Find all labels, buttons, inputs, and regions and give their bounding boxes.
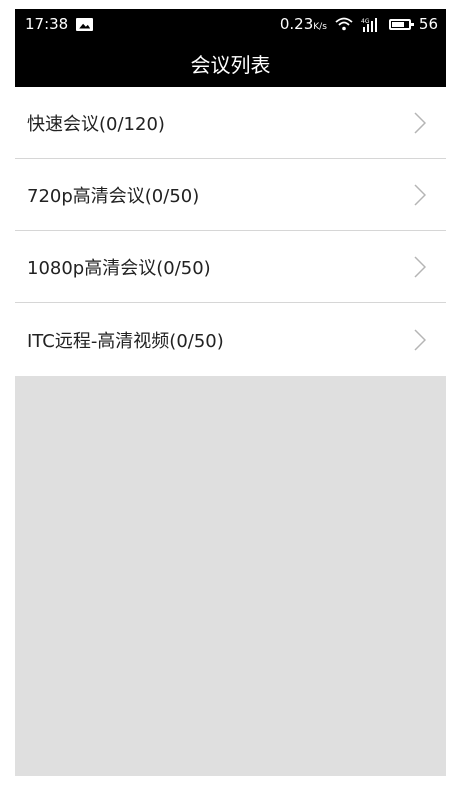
network-speed: 0.23K/s [280,15,327,33]
meeting-item-label: ITC远程-高清视频(0/50) [27,330,224,352]
battery-level: 56 [418,15,438,33]
network-speed-value: 0.23 [279,15,314,33]
meeting-item-quick[interactable]: 快速会议(0/120) [15,87,446,159]
battery-icon [388,18,414,30]
image-notification-icon [76,17,94,31]
network-type-label: 4G [361,18,370,25]
page-title: 会议列表 [190,52,271,77]
status-right: 0.23K/s 4G 56 [280,15,438,33]
chevron-right-icon [414,111,426,134]
status-time: 17:38 [25,15,69,33]
wifi-icon [335,17,353,31]
meeting-item-itc-remote[interactable]: ITC远程-高清视频(0/50) [15,303,446,376]
chevron-right-icon [414,328,426,351]
status-left: 17:38 [25,15,94,33]
network-speed-unit: K/s [313,22,327,32]
chevron-right-icon [414,255,426,278]
title-bar: 会议列表 [15,39,446,87]
meeting-item-1080p[interactable]: 1080p高清会议(0/50) [15,231,446,303]
meeting-item-label: 720p高清会议(0/50) [27,185,200,207]
status-bar: 17:38 0.23K/s 4G 56 [15,9,446,39]
chevron-right-icon [414,183,426,206]
meeting-item-720p[interactable]: 720p高清会议(0/50) [15,159,446,231]
app-screen: 17:38 0.23K/s 4G 56 会议列表 快速会议(0/120) 720… [15,9,446,776]
meeting-item-label: 1080p高清会议(0/50) [27,257,211,279]
signal-icon: 4G [361,17,381,32]
meeting-item-label: 快速会议(0/120) [27,113,165,135]
meeting-list: 快速会议(0/120) 720p高清会议(0/50) 1080p高清会议(0/5… [15,87,446,376]
